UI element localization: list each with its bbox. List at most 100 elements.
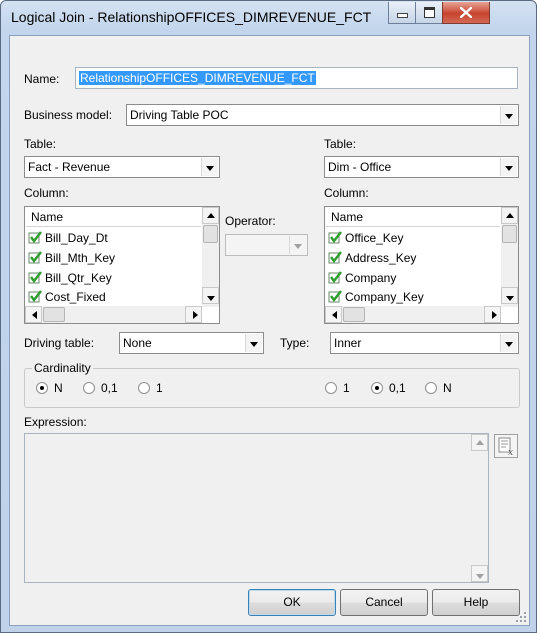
right-cardinality-n-label: N <box>443 381 452 395</box>
scroll-up-button[interactable] <box>202 207 219 224</box>
right-column-label: Column: <box>324 186 369 200</box>
green-check-icon <box>28 251 42 264</box>
left-list-hscrollbar[interactable] <box>25 306 202 323</box>
operator-label: Operator: <box>225 214 276 228</box>
list-item-label: Cost_Fixed <box>45 289 106 304</box>
right-list-header[interactable]: Name <box>326 208 500 227</box>
right-cardinality-01-radio[interactable] <box>371 382 383 394</box>
scroll-right-button[interactable] <box>185 306 202 323</box>
list-header-name: Name <box>31 210 64 224</box>
list-item[interactable]: Address_Key <box>328 250 416 270</box>
scroll-down-button[interactable] <box>471 565 488 582</box>
scroll-left-button[interactable] <box>325 306 342 323</box>
right-table-value: Dim - Office <box>328 160 392 174</box>
close-icon <box>460 7 472 18</box>
scroll-thumb[interactable] <box>502 225 517 243</box>
list-item-label: Office_Key <box>345 230 404 245</box>
name-field[interactable]: RelationshipOFFICES_DIMREVENUE_FCT <box>75 67 518 89</box>
chevron-down-icon[interactable] <box>500 106 517 124</box>
right-cardinality-n-radio[interactable] <box>425 382 437 394</box>
left-cardinality-n-label: N <box>54 381 63 395</box>
list-item-label: Company <box>345 270 397 285</box>
green-check-icon <box>328 290 342 303</box>
ok-button[interactable]: OK <box>248 589 336 616</box>
expression-vscrollbar[interactable] <box>471 434 488 582</box>
left-cardinality-1-radio[interactable] <box>138 382 150 394</box>
right-column-list[interactable]: Name Office_Key Address_Key Company Comp… <box>324 206 519 324</box>
scroll-down-button[interactable] <box>202 287 219 304</box>
list-item[interactable]: Bill_Qtr_Key <box>28 270 112 290</box>
left-cardinality-n-radio[interactable] <box>36 382 48 394</box>
left-column-list[interactable]: Name Bill_Day_Dt Bill_Mth_Key Bill_Qtr_K… <box>24 206 220 324</box>
business-model-label: Business model: <box>24 108 113 122</box>
left-list-header[interactable]: Name <box>26 208 201 227</box>
green-check-icon <box>328 251 342 264</box>
minimize-icon <box>396 13 408 18</box>
cancel-button[interactable]: Cancel <box>340 589 428 616</box>
minimize-button[interactable] <box>388 2 416 24</box>
right-cardinality-01-label: 0,1 <box>389 381 406 395</box>
chevron-down-icon[interactable] <box>201 158 218 176</box>
chevron-down-icon[interactable] <box>289 236 306 254</box>
left-table-value: Fact - Revenue <box>28 160 111 174</box>
scroll-left-button[interactable] <box>25 306 42 323</box>
list-item-label: Address_Key <box>345 250 417 265</box>
list-item-label: Bill_Day_Dt <box>45 230 108 245</box>
expression-label: Expression: <box>24 415 87 429</box>
size-grip-icon[interactable] <box>515 611 527 623</box>
scroll-right-button[interactable] <box>484 306 501 323</box>
list-item[interactable]: Office_Key <box>328 230 403 250</box>
operator-select[interactable] <box>225 234 308 256</box>
svg-text:x: x <box>508 448 513 457</box>
driving-table-value: None <box>123 336 152 350</box>
list-header-name: Name <box>331 210 364 224</box>
type-value: Inner <box>334 336 362 350</box>
title-bar[interactable]: Logical Join - RelationshipOFFICES_DIMRE… <box>1 1 536 35</box>
chevron-down-icon[interactable] <box>245 334 262 352</box>
left-table-label: Table: <box>24 137 57 151</box>
expression-builder-icon: x <box>498 437 513 458</box>
green-check-icon <box>28 271 42 284</box>
list-item-label: Bill_Mth_Key <box>45 250 116 265</box>
list-item[interactable]: Company <box>328 270 396 290</box>
chevron-down-icon[interactable] <box>500 334 517 352</box>
left-table-select[interactable]: Fact - Revenue <box>24 156 220 178</box>
right-list-hscrollbar[interactable] <box>325 306 501 323</box>
expression-field[interactable] <box>24 433 489 583</box>
scroll-down-button[interactable] <box>501 287 518 304</box>
green-check-icon <box>328 271 342 284</box>
dialog-body: Name: RelationshipOFFICES_DIMREVENUE_FCT… <box>9 35 530 626</box>
left-list-vscrollbar[interactable] <box>202 207 219 307</box>
scroll-up-button[interactable] <box>501 207 518 224</box>
left-cardinality-01-radio[interactable] <box>83 382 95 394</box>
scroll-up-button[interactable] <box>471 434 488 451</box>
dialog-window: Logical Join - RelationshipOFFICES_DIMRE… <box>0 0 537 633</box>
window-title: Logical Join - RelationshipOFFICES_DIMRE… <box>11 9 372 25</box>
cardinality-label: Cardinality <box>32 361 93 375</box>
list-item[interactable]: Bill_Day_Dt <box>28 230 108 250</box>
right-cardinality-1-label: 1 <box>343 381 350 395</box>
right-table-select[interactable]: Dim - Office <box>324 156 519 178</box>
type-select[interactable]: Inner <box>330 332 519 354</box>
left-cardinality-1-label: 1 <box>156 381 163 395</box>
close-button[interactable] <box>442 2 490 24</box>
help-button[interactable]: Help <box>432 589 520 616</box>
left-cardinality-01-label: 0,1 <box>101 381 118 395</box>
business-model-select[interactable]: Driving Table POC <box>126 104 519 126</box>
maximize-button[interactable] <box>415 2 443 24</box>
list-item-label: Company_Key <box>345 289 424 304</box>
right-table-label: Table: <box>324 137 357 151</box>
right-cardinality-1-radio[interactable] <box>325 382 337 394</box>
right-list-vscrollbar[interactable] <box>501 207 518 307</box>
scroll-thumb[interactable] <box>43 307 65 322</box>
scroll-thumb[interactable] <box>343 307 365 322</box>
list-item[interactable]: Bill_Mth_Key <box>28 250 115 270</box>
expression-builder-button[interactable]: x <box>494 434 518 458</box>
name-value: RelationshipOFFICES_DIMREVENUE_FCT <box>79 71 316 85</box>
name-label: Name: <box>24 72 60 86</box>
scroll-thumb[interactable] <box>203 225 218 243</box>
driving-table-label: Driving table: <box>24 336 95 350</box>
maximize-icon <box>423 7 435 18</box>
driving-table-select[interactable]: None <box>119 332 264 354</box>
chevron-down-icon[interactable] <box>500 158 517 176</box>
